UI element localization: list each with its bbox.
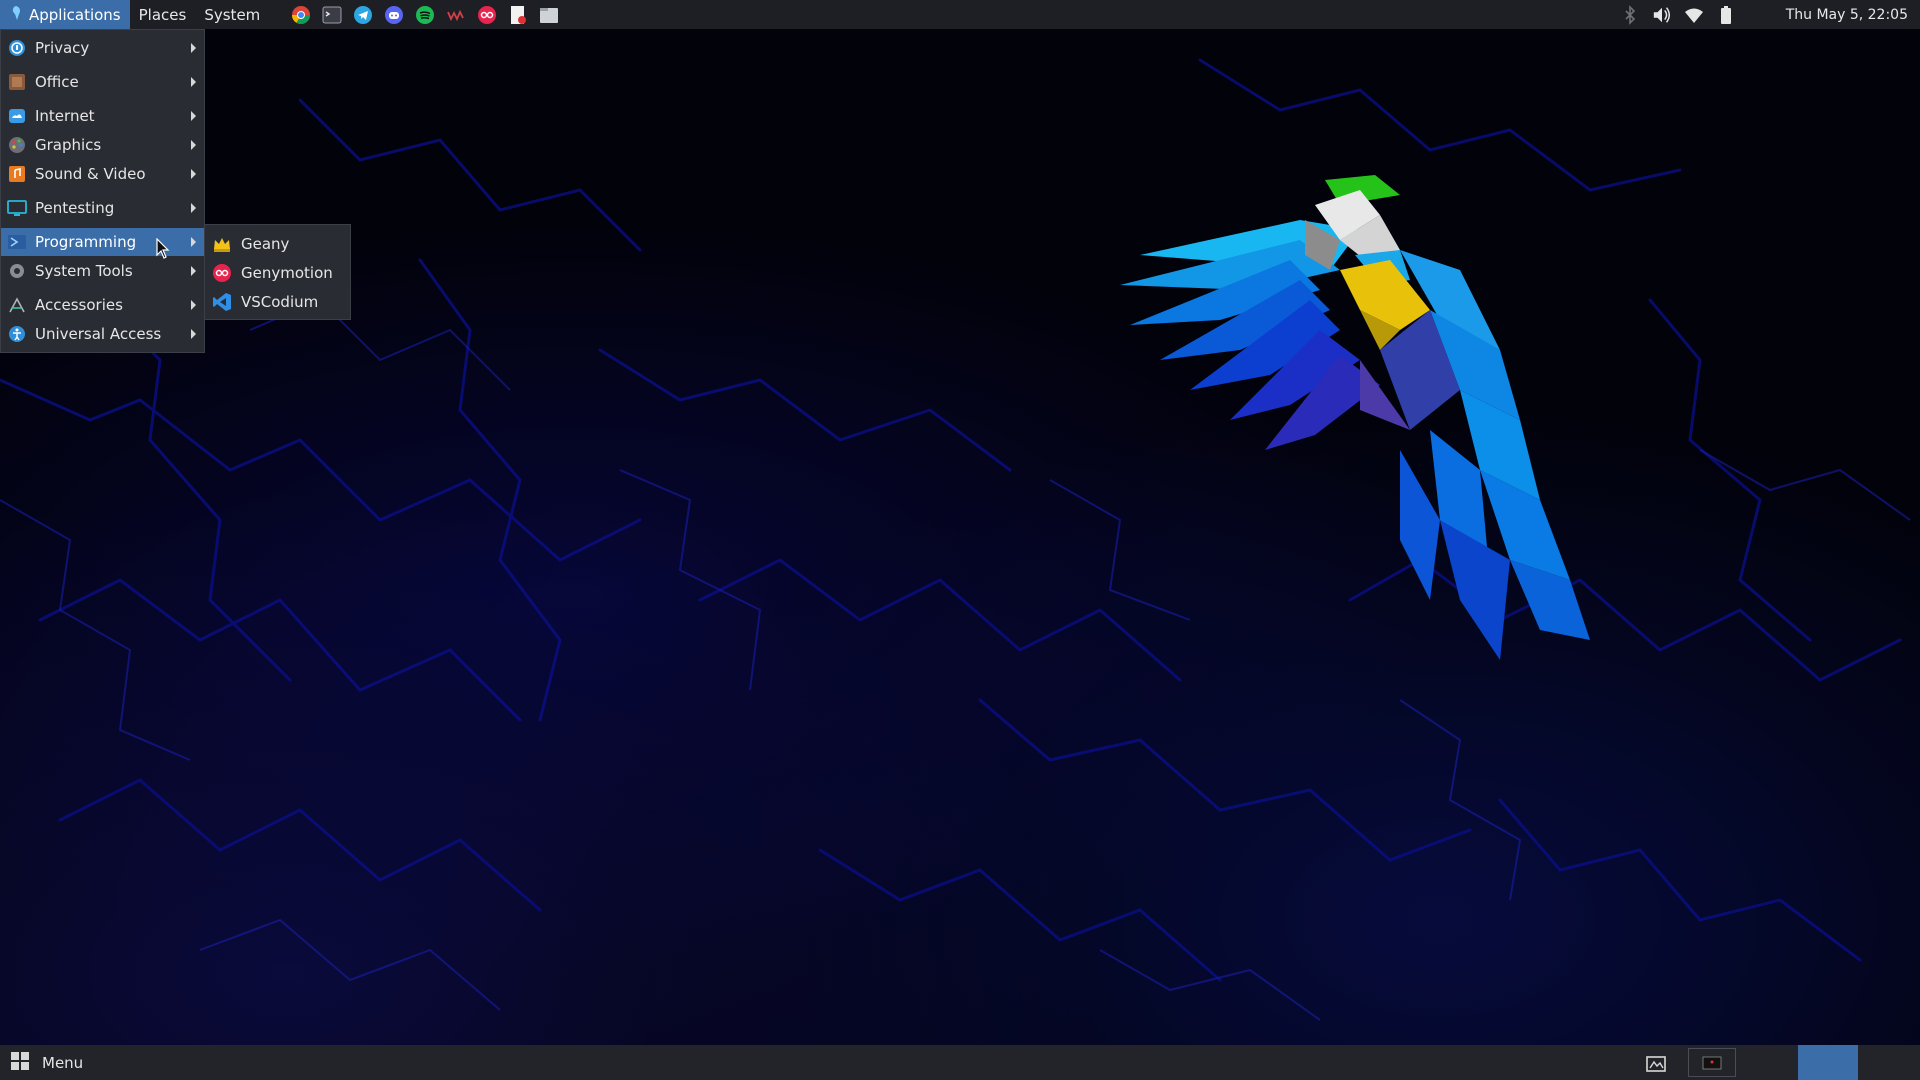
programming-icon bbox=[7, 232, 27, 252]
menu-item-label: Pentesting bbox=[35, 199, 115, 217]
bluetooth-icon[interactable] bbox=[1620, 4, 1640, 25]
applications-menu[interactable]: Applications bbox=[0, 0, 130, 29]
chrome-icon[interactable] bbox=[291, 5, 311, 25]
menu-item-label: Privacy bbox=[35, 39, 90, 57]
submenu-item-label: Geany bbox=[241, 235, 290, 253]
menu-item-universal-access[interactable]: Universal Access bbox=[1, 320, 204, 348]
menu-item-accessories[interactable]: Accessories bbox=[1, 291, 204, 319]
menu-item-label: Accessories bbox=[35, 296, 123, 314]
menu-item-label: System Tools bbox=[35, 262, 133, 280]
menu-item-label: Sound & Video bbox=[35, 165, 146, 183]
submenu-arrow-icon bbox=[191, 266, 196, 276]
menu-item-pentesting[interactable]: Pentesting bbox=[1, 194, 204, 222]
applications-label: Applications bbox=[29, 5, 121, 24]
submenu-item-genymotion[interactable]: Genymotion bbox=[205, 259, 350, 287]
battery-icon[interactable] bbox=[1716, 5, 1736, 25]
genymotion-icon[interactable] bbox=[477, 5, 497, 25]
genymotion-icon bbox=[211, 262, 233, 284]
submenu-arrow-icon bbox=[191, 77, 196, 87]
volume-icon[interactable] bbox=[1652, 5, 1672, 25]
submenu-item-label: Genymotion bbox=[241, 264, 333, 282]
programming-submenu: Geany Genymotion VSCodium bbox=[204, 224, 351, 320]
text-editor-icon[interactable] bbox=[508, 5, 528, 25]
wallpaper-veins bbox=[0, 58, 1911, 1021]
office-icon bbox=[7, 72, 27, 92]
menu-button-label: Menu bbox=[42, 1053, 84, 1072]
spotify-icon[interactable] bbox=[415, 5, 435, 25]
accessories-icon bbox=[7, 295, 27, 315]
mouse-cursor-icon bbox=[156, 238, 170, 259]
submenu-arrow-icon bbox=[191, 237, 196, 247]
top-panel: Applications Places System Thu May 5, 22… bbox=[0, 0, 1920, 29]
universal-access-icon bbox=[7, 324, 27, 344]
system-menu[interactable]: System bbox=[195, 0, 269, 29]
menu-button[interactable]: Menu bbox=[10, 1045, 83, 1080]
menu-item-office[interactable]: Office bbox=[1, 68, 204, 96]
menu-item-label: Programming bbox=[35, 233, 137, 251]
file-manager-icon[interactable] bbox=[539, 5, 559, 25]
wm-app-icon[interactable] bbox=[446, 5, 466, 25]
menu-item-label: Office bbox=[35, 73, 79, 91]
submenu-item-geany[interactable]: Geany bbox=[205, 230, 350, 258]
applications-dropdown: Privacy Office Internet Graphics Sound &… bbox=[0, 29, 205, 353]
desktop[interactable] bbox=[0, 0, 1920, 1080]
pentesting-icon bbox=[7, 198, 27, 218]
graphics-icon bbox=[7, 135, 27, 155]
submenu-arrow-icon bbox=[191, 329, 196, 339]
menu-item-sound-video[interactable]: Sound & Video bbox=[1, 160, 204, 188]
submenu-arrow-icon bbox=[191, 43, 196, 53]
sound-video-icon bbox=[7, 164, 27, 184]
window-icon bbox=[1702, 1056, 1722, 1069]
menu-item-system-tools[interactable]: System Tools bbox=[1, 257, 204, 285]
telegram-icon[interactable] bbox=[353, 5, 373, 25]
taskbar-window-button[interactable] bbox=[1688, 1048, 1736, 1077]
submenu-item-label: VSCodium bbox=[241, 293, 319, 311]
discord-icon[interactable] bbox=[384, 5, 404, 25]
workspace-switcher[interactable] bbox=[1798, 1045, 1858, 1080]
system-tray: Thu May 5, 22:05 bbox=[1620, 0, 1920, 29]
submenu-arrow-icon bbox=[191, 300, 196, 310]
show-desktop-icon[interactable] bbox=[1645, 1053, 1667, 1073]
launcher-bar bbox=[291, 5, 559, 25]
menu-item-privacy[interactable]: Privacy bbox=[1, 34, 204, 62]
menu-item-label: Universal Access bbox=[35, 325, 162, 343]
clock[interactable]: Thu May 5, 22:05 bbox=[1786, 7, 1908, 23]
parrot-logo bbox=[1120, 175, 1590, 660]
parrot-menu-icon bbox=[9, 5, 23, 25]
menu-item-label: Graphics bbox=[35, 136, 102, 154]
vscodium-icon bbox=[211, 291, 233, 313]
submenu-item-vscodium[interactable]: VSCodium bbox=[205, 288, 350, 316]
submenu-arrow-icon bbox=[191, 169, 196, 179]
submenu-arrow-icon bbox=[191, 203, 196, 213]
menu-item-graphics[interactable]: Graphics bbox=[1, 131, 204, 159]
submenu-arrow-icon bbox=[191, 140, 196, 150]
places-menu[interactable]: Places bbox=[130, 0, 196, 29]
menu-item-internet[interactable]: Internet bbox=[1, 102, 204, 130]
submenu-arrow-icon bbox=[191, 111, 196, 121]
menu-item-label: Internet bbox=[35, 107, 95, 125]
internet-icon bbox=[7, 106, 27, 126]
bottom-panel: Menu bbox=[0, 1045, 1920, 1080]
menu-item-programming[interactable]: Programming bbox=[1, 228, 204, 256]
system-tools-icon bbox=[7, 261, 27, 281]
geany-icon bbox=[211, 233, 233, 255]
privacy-icon bbox=[7, 38, 27, 58]
wifi-icon[interactable] bbox=[1684, 5, 1704, 25]
grid-icon bbox=[10, 1051, 30, 1075]
terminal-icon[interactable] bbox=[322, 5, 342, 25]
